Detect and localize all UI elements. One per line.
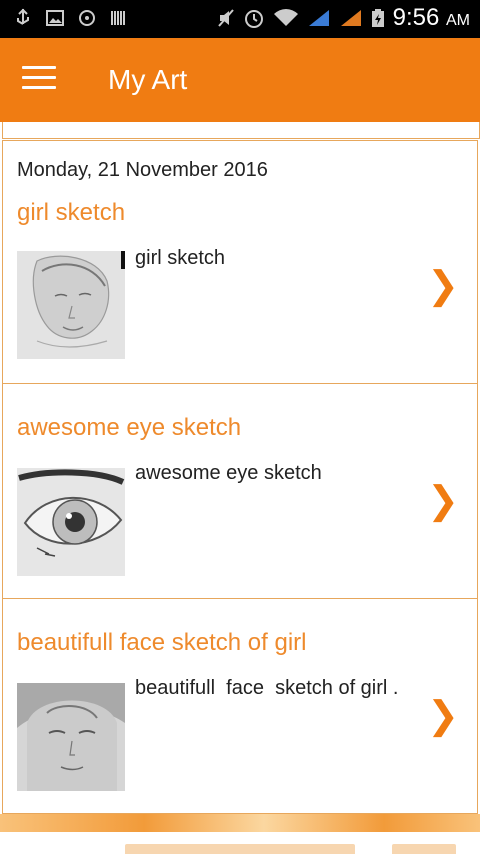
item-date: Monday, 21 November 2016 (17, 159, 268, 181)
clock-ampm: AM (446, 12, 470, 29)
signal-icon-2 (340, 10, 361, 26)
item-description: awesome eye sketch (135, 462, 322, 484)
girl-sketch-thumbnail (17, 251, 125, 359)
usb-icon (17, 8, 29, 25)
notification-icons (14, 8, 128, 28)
art-list[interactable]: Monday, 21 November 2016 girl sketch gir… (0, 122, 480, 814)
list-item[interactable]: beautifull face sketch of girl beautiful… (2, 598, 478, 814)
app-bar: My Art (0, 38, 480, 122)
chevron-right-icon[interactable]: ❯ (427, 263, 459, 308)
status-bar: 9:56 AM (0, 0, 480, 38)
signal-icon-1 (308, 10, 329, 26)
chat-icon (79, 10, 95, 26)
list-item[interactable]: awesome eye sketch awesome eye sketch ❯ (2, 383, 478, 599)
chevron-right-icon[interactable]: ❯ (427, 693, 459, 738)
item-title: girl sketch (17, 199, 126, 226)
system-icons: 9:56 AM (217, 4, 470, 32)
item-description: beautifull face sketch of girl . (135, 677, 399, 699)
face-sketch-thumbnail (17, 683, 125, 791)
previous-card-edge (2, 122, 480, 139)
image-icon (46, 10, 64, 26)
wifi-icon (273, 9, 298, 26)
hamburger-menu-icon[interactable] (22, 66, 56, 94)
item-title: awesome eye sketch (17, 414, 242, 441)
mute-icon (217, 9, 234, 27)
item-title: beautifull face sketch of girl (17, 629, 307, 656)
eye-sketch-thumbnail (17, 468, 125, 576)
clock: 9:56 AM (393, 4, 470, 32)
barcode-icon (111, 11, 125, 25)
item-description: girl sketch (135, 247, 226, 269)
battery-icon (371, 9, 384, 27)
bottom-button-placeholder[interactable] (125, 844, 355, 854)
alarm-icon (244, 10, 263, 28)
chevron-right-icon[interactable]: ❯ (427, 478, 459, 523)
bottom-small-button-placeholder[interactable] (392, 844, 456, 854)
decorative-banner (0, 814, 480, 854)
page-title: My Art (108, 64, 188, 95)
list-item[interactable]: Monday, 21 November 2016 girl sketch gir… (2, 140, 478, 384)
clock-time: 9:56 (392, 4, 440, 31)
